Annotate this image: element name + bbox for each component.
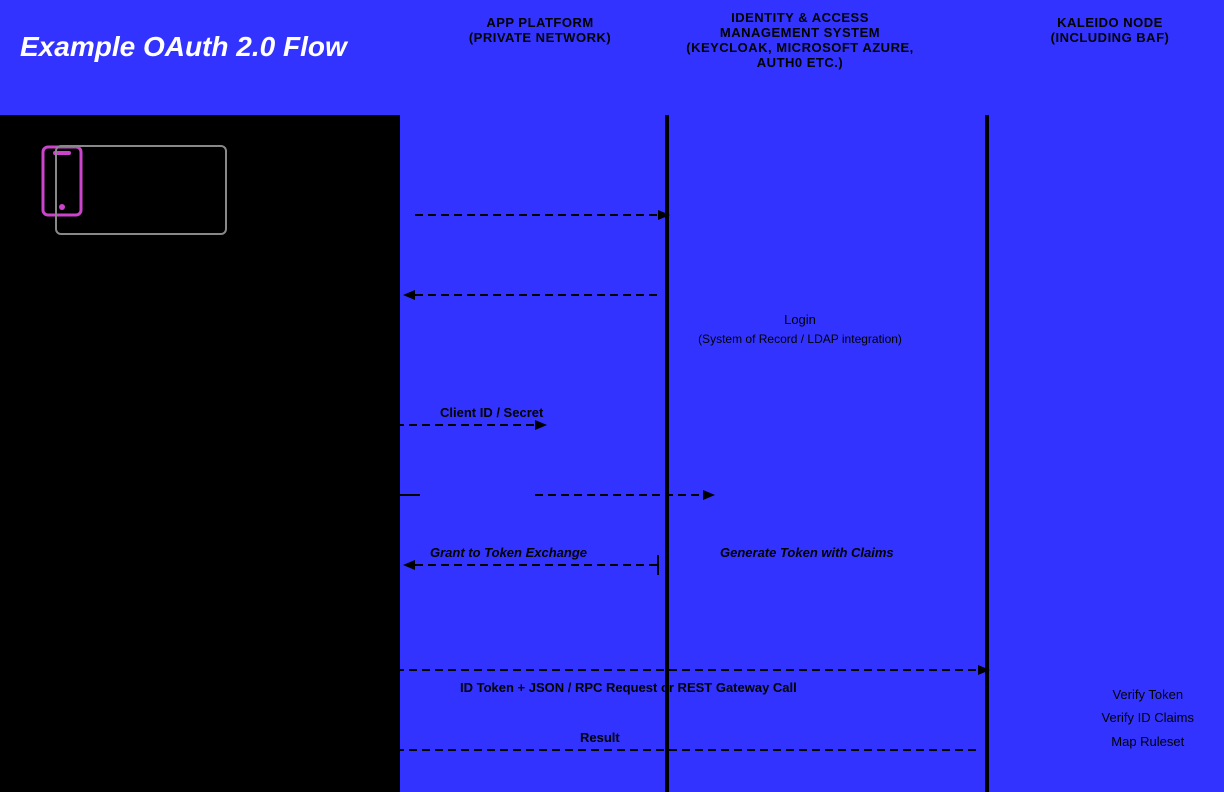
client-id-label: Client ID / Secret — [440, 405, 543, 420]
login-label: Login (System of Record / LDAP integrati… — [690, 310, 910, 348]
col-kaleido-line2: (INCLUDING BAF) — [1010, 30, 1210, 45]
col-app-line2: (PRIVATE NETWORK) — [450, 30, 630, 45]
title-area: Example OAuth 2.0 Flow — [20, 30, 390, 64]
col-header-iam: IDENTITY & ACCESS MANAGEMENT SYSTEM (KEY… — [660, 10, 940, 70]
col-header-app: APP PLATFORM (PRIVATE NETWORK) — [450, 15, 630, 45]
generate-token-label: Generate Token with Claims — [720, 545, 894, 560]
col-app-line1: APP PLATFORM — [450, 15, 630, 30]
result-label: Result — [580, 730, 620, 745]
page-title: Example OAuth 2.0 Flow — [20, 30, 390, 64]
map-ruleset: Map Ruleset — [1102, 730, 1194, 753]
col-iam-line3: (KEYCLOAK, MICROSOFT AZURE, — [660, 40, 940, 55]
col-kaleido-line1: KALEIDO NODE — [1010, 15, 1210, 30]
diagram: Login (System of Record / LDAP integrati… — [0, 115, 1224, 792]
grant-label: Grant to Token Exchange — [430, 545, 587, 560]
verify-token: Verify Token — [1102, 683, 1194, 706]
kaleido-labels: Verify Token Verify ID Claims Map Rulese… — [1102, 683, 1194, 753]
verify-id-claims: Verify ID Claims — [1102, 706, 1194, 729]
col-header-kaleido: KALEIDO NODE (INCLUDING BAF) — [1010, 15, 1210, 45]
id-token-label: ID Token + JSON / RPC Request or REST Ga… — [460, 680, 797, 695]
phone-box — [55, 145, 227, 235]
col-iam-line1: IDENTITY & ACCESS — [660, 10, 940, 25]
col-iam-line2: MANAGEMENT SYSTEM — [660, 25, 940, 40]
col-iam-line4: AUTH0 ETC.) — [660, 55, 940, 70]
